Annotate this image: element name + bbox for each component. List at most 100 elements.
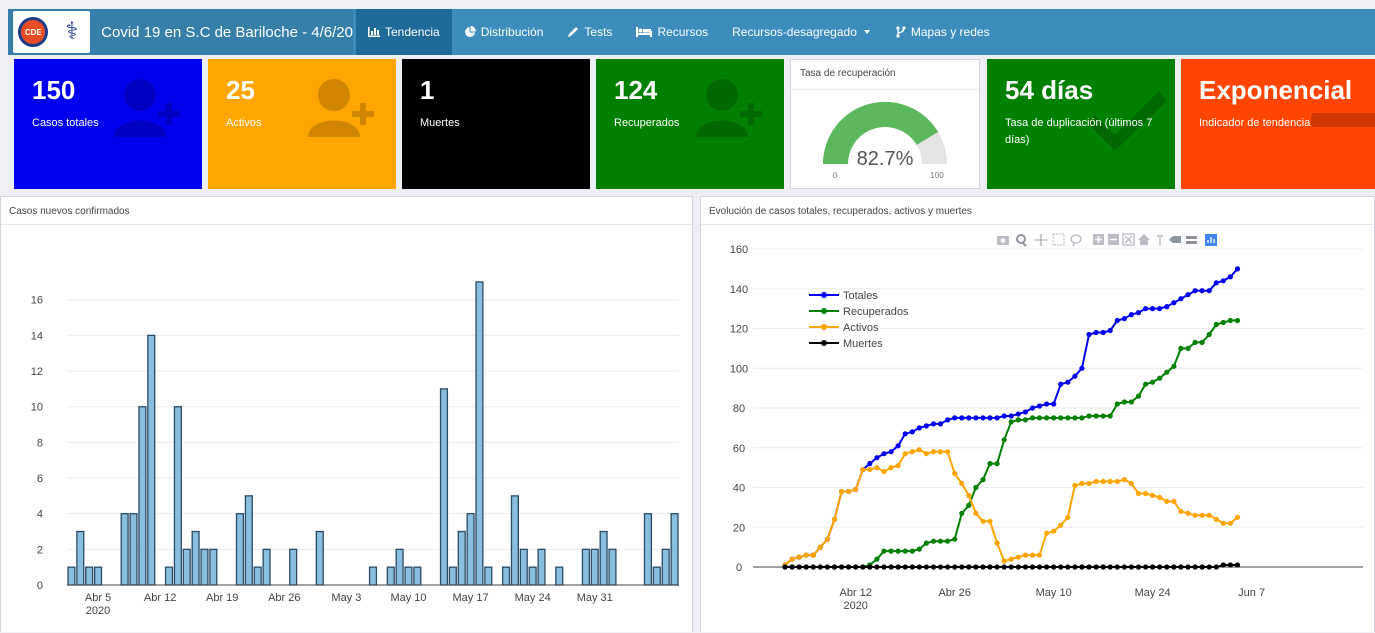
bar[interactable] [315, 530, 324, 586]
data-point[interactable] [874, 564, 880, 570]
data-point[interactable] [994, 564, 1000, 570]
data-point[interactable] [1001, 558, 1007, 564]
bar[interactable] [289, 548, 298, 586]
data-point[interactable] [1143, 381, 1149, 387]
data-point[interactable] [1150, 564, 1156, 570]
data-point[interactable] [1220, 278, 1226, 284]
bar[interactable] [147, 334, 156, 586]
data-point[interactable] [1079, 564, 1085, 570]
data-point[interactable] [1086, 413, 1092, 419]
bar[interactable] [652, 566, 661, 586]
data-point[interactable] [1029, 552, 1036, 558]
data-point[interactable] [1036, 552, 1043, 558]
bar[interactable] [76, 530, 85, 586]
data-point[interactable] [1036, 415, 1043, 421]
data-point[interactable] [1114, 478, 1120, 485]
data-point[interactable] [952, 536, 958, 542]
legend-label[interactable]: Totales [843, 290, 878, 302]
data-point[interactable] [1072, 564, 1078, 570]
data-point[interactable] [902, 431, 908, 437]
data-point[interactable] [810, 564, 816, 570]
data-point[interactable] [923, 540, 929, 546]
bar[interactable] [501, 566, 511, 586]
data-point[interactable] [1206, 288, 1212, 294]
data-point[interactable] [1114, 564, 1120, 570]
data-point[interactable] [860, 564, 866, 570]
data-point[interactable] [994, 540, 1000, 546]
data-point[interactable] [945, 417, 951, 423]
data-point[interactable] [1213, 280, 1219, 286]
data-point[interactable] [1036, 403, 1043, 409]
data-point[interactable] [916, 546, 922, 552]
data-point[interactable] [937, 538, 944, 544]
data-point[interactable] [860, 467, 866, 473]
bar[interactable] [528, 566, 537, 586]
data-point[interactable] [952, 564, 958, 570]
new-cases-bar-chart[interactable]: 0 2 4 6 8 10 12 14 16 Abr 52020 Abr 12 Abr 19 Abr 26… [1, 225, 692, 633]
data-point[interactable] [846, 564, 852, 570]
data-point[interactable] [1051, 528, 1057, 534]
data-point[interactable] [1157, 306, 1163, 312]
data-point[interactable] [966, 415, 972, 421]
data-point[interactable] [909, 548, 915, 554]
data-point[interactable] [1100, 478, 1106, 485]
data-point[interactable] [1171, 498, 1177, 504]
data-point[interactable] [1044, 564, 1050, 570]
data-point[interactable] [1086, 331, 1092, 338]
data-point[interactable] [817, 564, 823, 570]
data-point[interactable] [930, 421, 937, 427]
bar[interactable] [386, 566, 395, 586]
data-point[interactable] [945, 449, 951, 455]
data-point[interactable] [1058, 381, 1064, 387]
data-point[interactable] [1157, 375, 1163, 381]
data-point[interactable] [1171, 363, 1177, 369]
data-point[interactable] [1107, 478, 1113, 485]
data-point[interactable] [803, 564, 809, 570]
data-point[interactable] [1100, 564, 1106, 570]
data-point[interactable] [1143, 490, 1149, 497]
data-point[interactable] [1128, 399, 1134, 405]
data-point[interactable] [1128, 312, 1134, 318]
data-point[interactable] [1065, 564, 1071, 570]
data-point[interactable] [1213, 516, 1219, 522]
data-point[interactable] [810, 552, 816, 558]
data-point[interactable] [1051, 415, 1057, 421]
data-point[interactable] [1079, 365, 1085, 371]
data-point[interactable] [1079, 415, 1085, 421]
data-point[interactable] [966, 502, 972, 508]
data-point[interactable] [874, 455, 880, 461]
data-point[interactable] [1121, 564, 1127, 570]
data-point[interactable] [824, 564, 830, 570]
tab-tendencia[interactable]: Tendencia [356, 9, 452, 55]
data-point[interactable] [796, 554, 802, 560]
data-point[interactable] [1093, 413, 1099, 419]
data-point[interactable] [1107, 564, 1113, 570]
data-point[interactable] [1065, 379, 1071, 385]
data-point[interactable] [817, 544, 823, 550]
tab-tests[interactable]: Tests [555, 9, 624, 55]
bar[interactable] [67, 566, 76, 586]
data-point[interactable] [973, 564, 979, 570]
data-point[interactable] [1178, 345, 1184, 351]
data-point[interactable] [902, 451, 908, 457]
bar[interactable] [93, 566, 103, 586]
data-point[interactable] [930, 449, 937, 455]
data-point[interactable] [867, 564, 873, 570]
data-point[interactable] [1164, 369, 1170, 375]
data-point[interactable] [1135, 393, 1142, 399]
data-point[interactable] [1128, 480, 1134, 487]
data-point[interactable] [1150, 306, 1156, 312]
data-point[interactable] [1220, 319, 1226, 326]
data-point[interactable] [1036, 564, 1043, 570]
data-point[interactable] [1135, 490, 1142, 497]
data-point[interactable] [1227, 520, 1233, 526]
bar[interactable] [120, 513, 129, 586]
data-point[interactable] [1044, 530, 1050, 536]
bar[interactable] [475, 281, 484, 586]
data-point[interactable] [937, 564, 944, 570]
bar[interactable] [368, 566, 378, 586]
data-point[interactable] [994, 461, 1000, 467]
data-point[interactable] [1107, 327, 1113, 334]
bar[interactable] [235, 513, 245, 586]
data-point[interactable] [1199, 339, 1205, 345]
